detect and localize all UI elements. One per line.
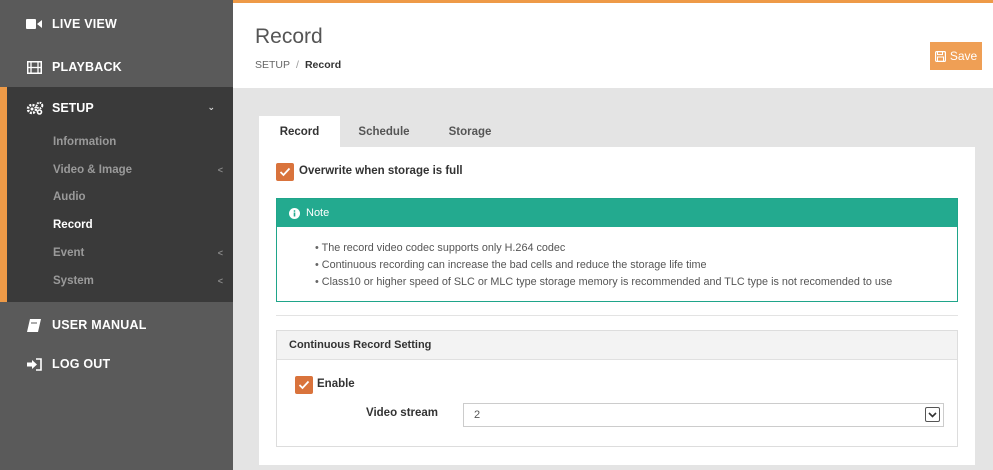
record-panel: Overwrite when storage is full Note The …: [259, 147, 975, 465]
note-line: Continuous recording can increase the ba…: [315, 257, 892, 274]
chevron-left-icon: <: [217, 248, 223, 258]
chevron-down-icon: [925, 407, 940, 422]
nav-live-view[interactable]: LIVE VIEW: [0, 4, 233, 44]
tab-schedule[interactable]: Schedule: [340, 116, 428, 147]
enable-checkbox[interactable]: [295, 376, 313, 394]
note-line: The record video codec supports only H.2…: [315, 240, 892, 257]
check-icon: [279, 167, 291, 177]
sidebar-item-label: Event: [53, 247, 85, 259]
tab-record[interactable]: Record: [259, 116, 340, 147]
overwrite-label: Overwrite when storage is full: [299, 165, 463, 177]
nav-user-manual[interactable]: USER MANUAL: [0, 305, 233, 345]
sidebar-item-label: System: [53, 275, 94, 287]
note-line: Class10 or higher speed of SLC or MLC ty…: [315, 274, 893, 291]
note-box: Note The record video codec supports onl…: [276, 198, 958, 302]
video-stream-value: 2: [474, 409, 481, 421]
sidebar-item-label: Record: [53, 219, 93, 231]
sidebar-item-system[interactable]: System <: [7, 270, 233, 292]
breadcrumb-root[interactable]: SETUP: [255, 59, 290, 71]
breadcrumb-current: Record: [304, 59, 342, 71]
divider: [276, 315, 958, 316]
save-button[interactable]: Save: [930, 42, 982, 70]
floppy-disk-icon: [934, 50, 946, 62]
chevron-left-icon: <: [217, 165, 223, 175]
chevron-down-icon: ⌄: [207, 102, 215, 112]
sidebar-item-audio[interactable]: Audio: [7, 186, 233, 208]
enable-label: Enable: [317, 378, 355, 390]
tab-storage[interactable]: Storage: [428, 116, 512, 147]
chevron-left-icon: <: [217, 276, 223, 286]
book-icon: [26, 318, 42, 332]
note-list: The record video codec supports only H.2…: [315, 240, 893, 291]
sidebar-item-information[interactable]: Information: [7, 131, 233, 153]
continuous-record-box: Continuous Record Setting Enable Video s…: [276, 330, 958, 447]
video-camera-icon: [26, 17, 42, 31]
breadcrumb-separator: /: [296, 59, 299, 71]
tab-label: Storage: [448, 125, 492, 138]
nav-label: LIVE VIEW: [52, 17, 118, 31]
page-header: Record SETUP / Record Save: [233, 3, 993, 88]
page-title: Record: [255, 25, 323, 48]
nav-setup-group: SETUP ⌄ Information Video & Image < Audio…: [0, 87, 233, 302]
cogs-icon: [26, 101, 44, 115]
sidebar-item-video-image[interactable]: Video & Image <: [7, 159, 233, 181]
nav-setup[interactable]: SETUP ⌄: [7, 95, 233, 121]
info-icon: [289, 207, 300, 219]
video-stream-label: Video stream: [366, 407, 439, 419]
nav-label: SETUP: [52, 101, 94, 115]
check-icon: [298, 380, 310, 390]
tab-label: Schedule: [358, 125, 410, 138]
nav-label: PLAYBACK: [52, 60, 122, 74]
sidebar-item-label: Video & Image: [53, 164, 133, 176]
film-icon: [26, 60, 42, 74]
video-stream-select[interactable]: 2: [463, 403, 944, 427]
nav-label: USER MANUAL: [52, 318, 147, 332]
sidebar-item-record[interactable]: Record: [7, 214, 233, 236]
note-title: Note: [306, 207, 330, 219]
nav-playback[interactable]: PLAYBACK: [0, 47, 233, 87]
nav-log-out[interactable]: LOG OUT: [0, 344, 233, 384]
sidebar-item-label: Audio: [53, 191, 86, 203]
tab-label: Record: [279, 125, 320, 138]
nav-label: LOG OUT: [52, 357, 111, 371]
sign-out-icon: [26, 357, 42, 371]
sidebar-item-event[interactable]: Event <: [7, 242, 233, 264]
breadcrumb: SETUP / Record: [255, 59, 341, 71]
overwrite-checkbox[interactable]: [276, 163, 294, 181]
sidebar-item-label: Information: [53, 136, 117, 148]
note-header: Note: [277, 199, 957, 227]
sidebar: LIVE VIEW PLAYBACK SETUP ⌄ Information V…: [0, 0, 233, 470]
save-label: Save: [949, 49, 978, 63]
continuous-record-title: Continuous Record Setting: [277, 331, 957, 360]
